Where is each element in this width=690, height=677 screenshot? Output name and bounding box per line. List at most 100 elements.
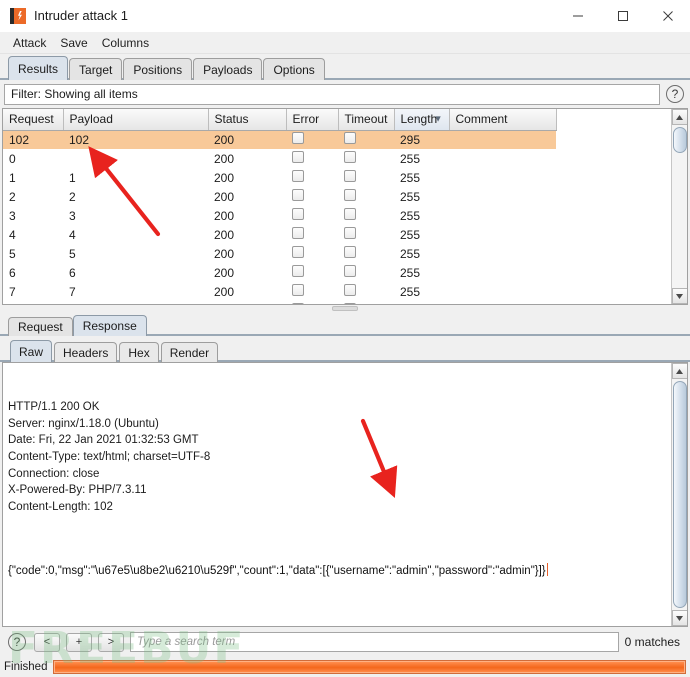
cell-timeout[interactable]	[338, 301, 394, 304]
checkbox-icon[interactable]	[292, 265, 304, 277]
cell-error[interactable]	[286, 130, 338, 149]
cell-timeout[interactable]	[338, 187, 394, 206]
response-headers: HTTP/1.1 200 OK Server: nginx/1.18.0 (Ub…	[8, 401, 211, 513]
question-mark-icon[interactable]: ?	[8, 633, 26, 651]
cell-error[interactable]	[286, 263, 338, 282]
table-row[interactable]: 2 2 200 255	[3, 187, 556, 206]
cell-error[interactable]	[286, 168, 338, 187]
checkbox-icon[interactable]	[292, 246, 304, 258]
table-row[interactable]: 4 4 200 255	[3, 225, 556, 244]
table-row[interactable]: 5 5 200 255	[3, 244, 556, 263]
cell-error[interactable]	[286, 282, 338, 301]
close-icon[interactable]	[645, 0, 690, 32]
response-scroll-track[interactable]	[671, 379, 687, 610]
checkbox-icon[interactable]	[344, 246, 356, 258]
checkbox-icon[interactable]	[344, 284, 356, 296]
question-mark-icon[interactable]: ?	[666, 85, 684, 103]
table-row[interactable]: 7 7 200 255	[3, 282, 556, 301]
cell-request: 1	[9, 170, 16, 185]
checkbox-icon[interactable]	[292, 189, 304, 201]
scroll-down-icon[interactable]	[671, 610, 687, 626]
cell-status: 200	[214, 284, 235, 299]
checkbox-icon[interactable]	[344, 303, 356, 304]
column-header-comment[interactable]: Comment	[449, 109, 557, 131]
checkbox-icon[interactable]	[292, 151, 304, 163]
checkbox-icon[interactable]	[292, 303, 304, 304]
cell-timeout[interactable]	[338, 149, 394, 168]
horizontal-splitter[interactable]	[0, 305, 690, 314]
checkbox-icon[interactable]	[292, 284, 304, 296]
tab-hex[interactable]: Hex	[119, 342, 159, 362]
tab-request[interactable]: Request	[8, 317, 73, 336]
cell-timeout[interactable]	[338, 225, 394, 244]
cell-error[interactable]	[286, 187, 338, 206]
response-content[interactable]: HTTP/1.1 200 OK Server: nginx/1.18.0 (Ub…	[3, 363, 671, 626]
response-vertical-scrollbar[interactable]	[671, 363, 687, 626]
cell-request: 6	[9, 265, 16, 280]
cell-error[interactable]	[286, 225, 338, 244]
minimize-icon[interactable]	[555, 0, 600, 32]
cell-timeout[interactable]	[338, 263, 394, 282]
menu-item-attack[interactable]: Attack	[6, 33, 53, 53]
cell-timeout[interactable]	[338, 130, 394, 149]
tab-render[interactable]: Render	[160, 342, 219, 362]
table-row[interactable]: 3 3 200 255	[3, 206, 556, 225]
table-row[interactable]: 0 200 255	[3, 149, 556, 168]
cell-error[interactable]	[286, 206, 338, 225]
search-add-button[interactable]: +	[66, 632, 92, 652]
checkbox-icon[interactable]	[344, 208, 356, 220]
results-scroll-thumb[interactable]	[672, 127, 687, 153]
cell-timeout[interactable]	[338, 244, 394, 263]
cell-timeout[interactable]	[338, 168, 394, 187]
maximize-icon[interactable]	[600, 0, 645, 32]
column-header-status[interactable]: Status	[208, 109, 287, 131]
cell-timeout[interactable]	[338, 282, 394, 301]
column-header-length[interactable]: Length ▼	[394, 109, 450, 131]
checkbox-icon[interactable]	[292, 170, 304, 182]
checkbox-icon[interactable]	[292, 132, 304, 145]
checkbox-icon[interactable]	[344, 265, 356, 277]
splitter-grip[interactable]	[332, 306, 358, 311]
cell-error[interactable]	[286, 301, 338, 304]
checkbox-icon[interactable]	[344, 132, 356, 145]
scroll-down-icon[interactable]	[671, 288, 687, 304]
checkbox-icon[interactable]	[344, 227, 356, 239]
column-header-payload[interactable]: Payload	[63, 109, 209, 131]
search-input[interactable]: Type a search term	[130, 632, 619, 652]
scroll-up-icon[interactable]	[671, 363, 687, 379]
table-row[interactable]: 102 102 200 295	[3, 130, 556, 149]
tab-positions[interactable]: Positions	[123, 58, 193, 80]
tab-options[interactable]: Options	[263, 58, 325, 80]
search-next-button[interactable]: >	[98, 632, 124, 652]
table-row[interactable]: 88200255	[3, 301, 556, 304]
results-scroll-track[interactable]	[671, 125, 687, 288]
cell-error[interactable]	[286, 149, 338, 168]
scroll-up-icon[interactable]	[671, 109, 687, 125]
checkbox-icon[interactable]	[344, 189, 356, 201]
checkbox-icon[interactable]	[292, 227, 304, 239]
column-header-error[interactable]: Error	[286, 109, 339, 131]
table-row[interactable]: 1 1 200 255	[3, 168, 556, 187]
results-vertical-scrollbar[interactable]	[671, 109, 687, 304]
response-scroll-thumb[interactable]	[672, 381, 687, 608]
search-prev-button[interactable]: <	[34, 632, 60, 652]
tab-headers[interactable]: Headers	[54, 342, 118, 362]
checkbox-icon[interactable]	[344, 170, 356, 182]
checkbox-icon[interactable]	[292, 208, 304, 220]
column-header-timeout[interactable]: Timeout	[338, 109, 395, 131]
checkbox-icon[interactable]	[344, 151, 356, 163]
tab-target[interactable]: Target	[69, 58, 123, 80]
menu-item-columns[interactable]: Columns	[95, 33, 156, 53]
cell-comment	[449, 263, 556, 282]
column-header-request[interactable]: Request	[3, 109, 64, 131]
tab-raw[interactable]: Raw	[10, 340, 53, 362]
menu-item-save[interactable]: Save	[53, 33, 94, 53]
cell-error[interactable]	[286, 244, 338, 263]
tab-response[interactable]: Response	[72, 315, 147, 336]
cell-status: 200	[214, 170, 235, 185]
tab-results[interactable]: Results	[8, 56, 69, 80]
cell-timeout[interactable]	[338, 206, 394, 225]
tab-payloads[interactable]: Payloads	[193, 58, 263, 80]
table-row[interactable]: 6 6 200 255	[3, 263, 556, 282]
filter-button[interactable]: Filter: Showing all items	[4, 83, 660, 105]
